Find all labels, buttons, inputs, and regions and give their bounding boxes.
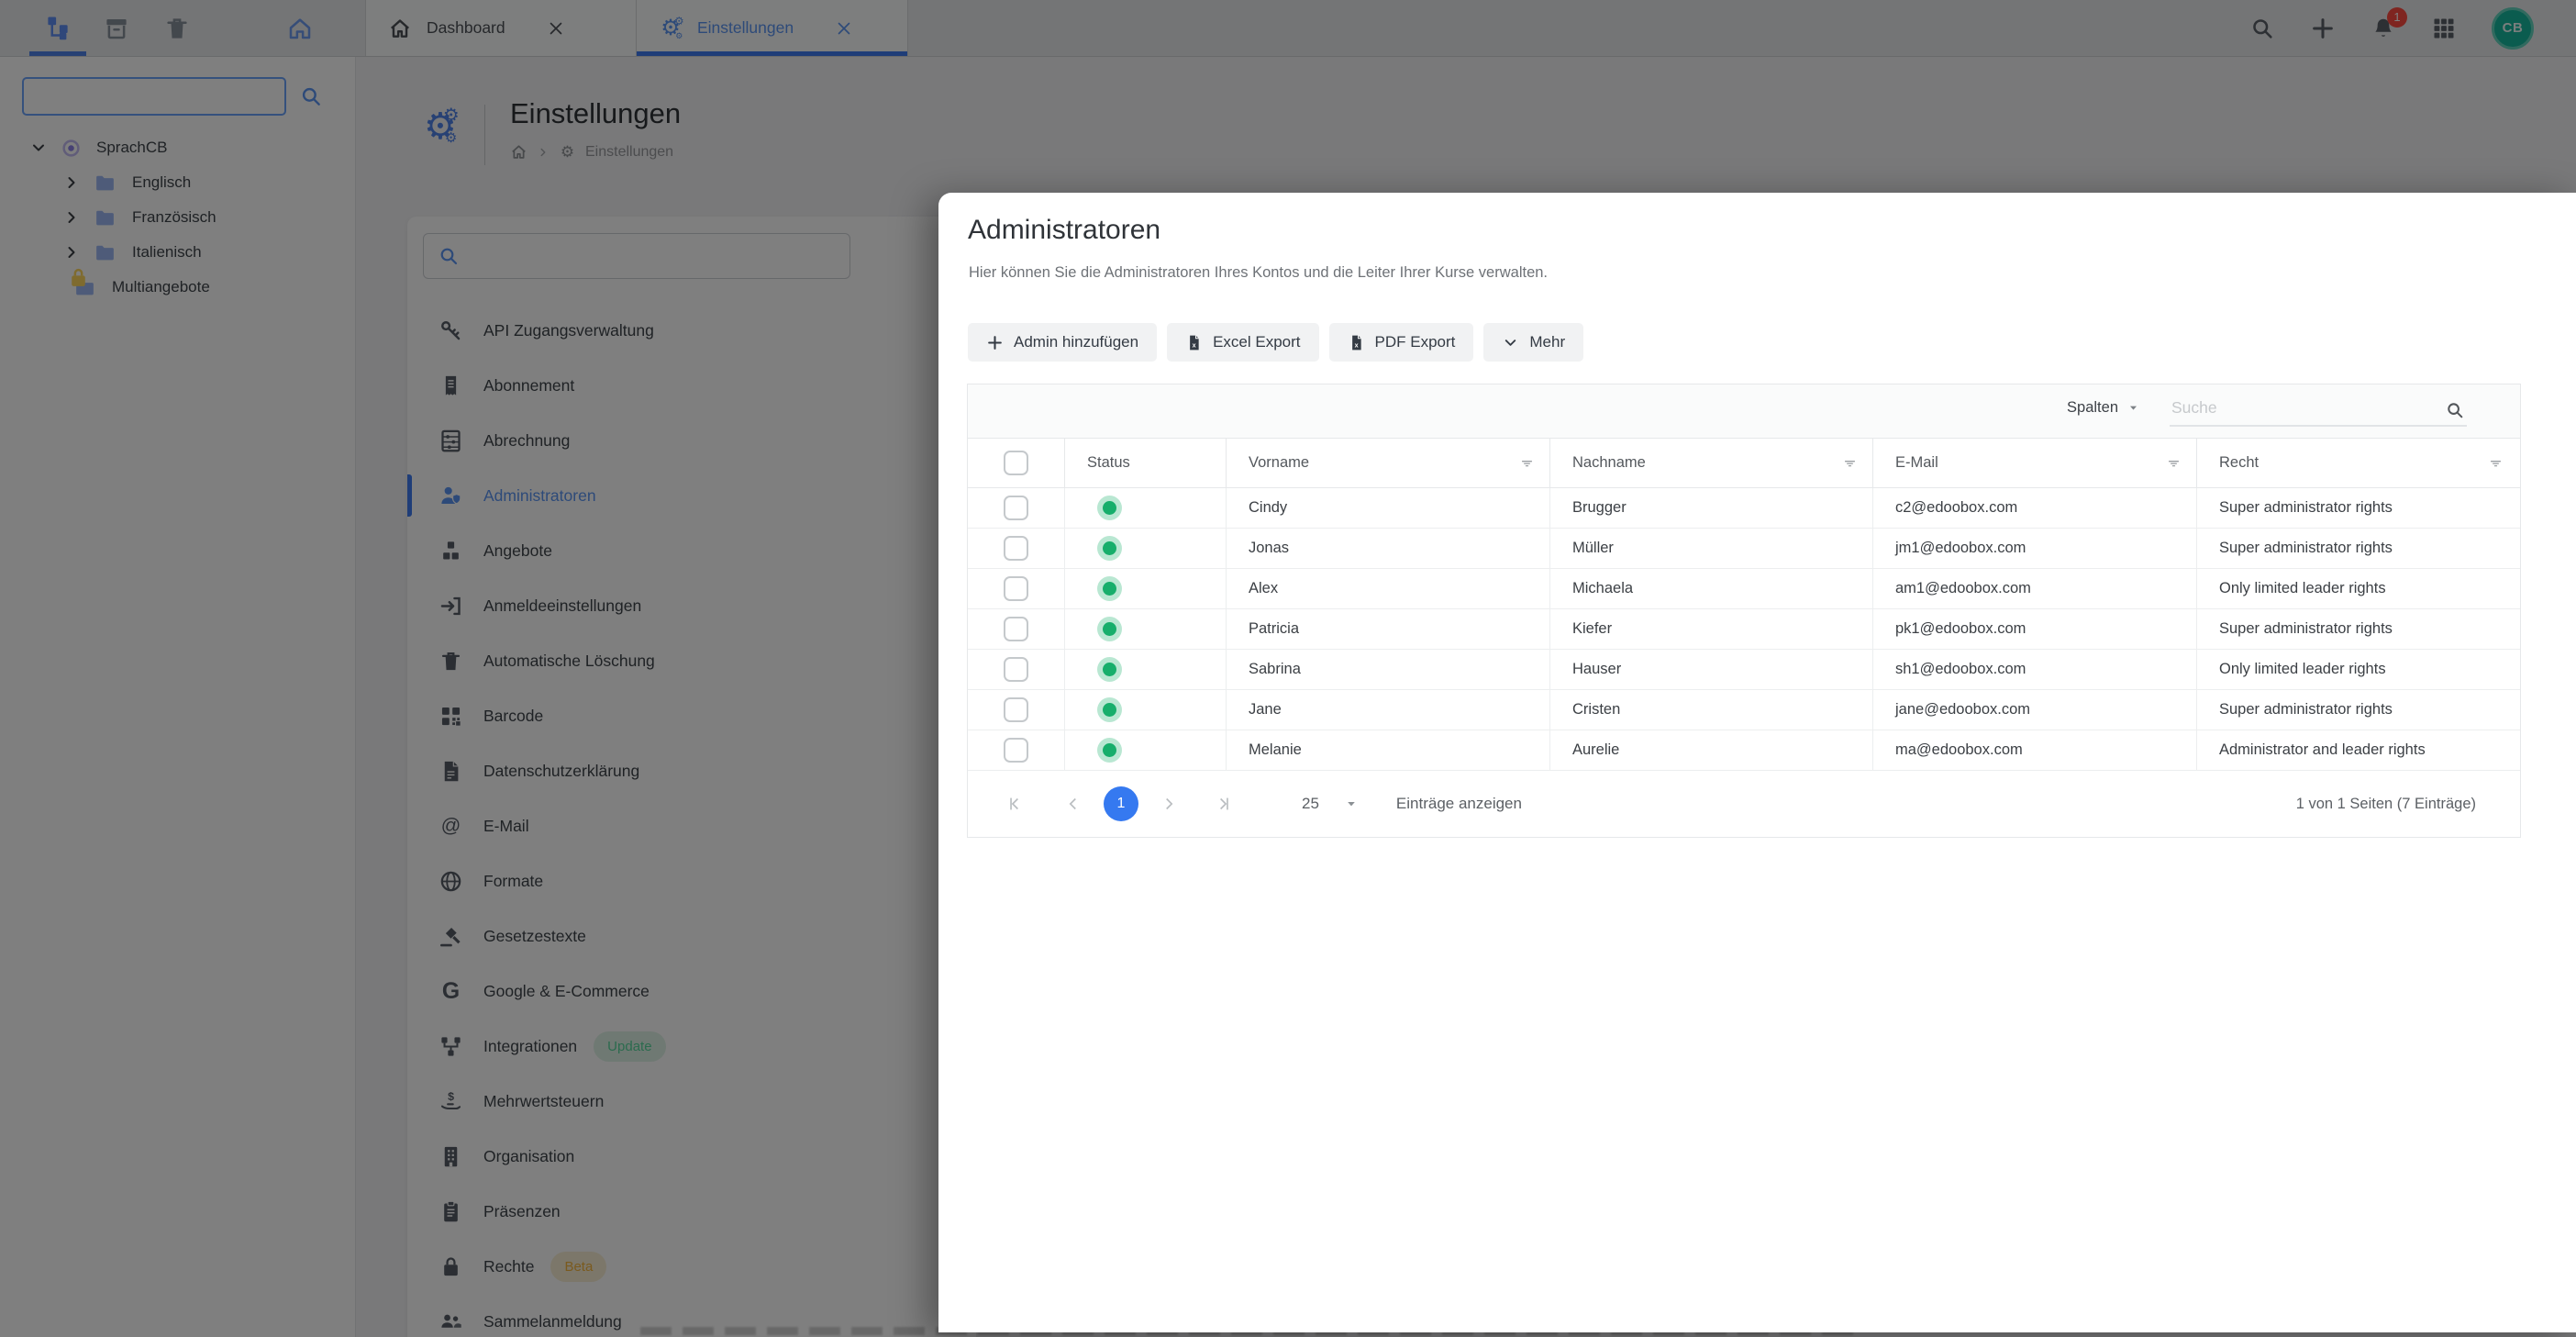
row-checkbox[interactable]	[1004, 697, 1028, 722]
cell-vorname: Alex	[1227, 569, 1550, 608]
table-row[interactable]: Alex Michaela am1@edoobox.com Only limit…	[968, 569, 2520, 609]
row-checkbox[interactable]	[1004, 576, 1028, 601]
cell-email: jane@edoobox.com	[1873, 690, 2197, 730]
cell-email: c2@edoobox.com	[1873, 488, 2197, 528]
page-size-label: Einträge anzeigen	[1396, 795, 1522, 813]
table-header-row: Status Vorname Nachname E-Mail	[968, 439, 2520, 488]
row-checkbox[interactable]	[1004, 738, 1028, 763]
select-all-checkbox[interactable]	[1004, 451, 1028, 475]
cell-email: sh1@edoobox.com	[1873, 650, 2197, 689]
row-checkbox[interactable]	[1004, 617, 1028, 641]
panel-action-button[interactable]: x PDF Export	[1329, 323, 1474, 362]
cell-vorname: Jonas	[1227, 529, 1550, 568]
app-window: Dashboard ⚙⚙⚙ Einstellungen	[0, 0, 2576, 1337]
status-dot	[1103, 582, 1116, 596]
chevron-down-icon	[1502, 334, 1519, 351]
previous-page-icon[interactable]	[1063, 794, 1083, 814]
cell-nachname: Kiefer	[1550, 609, 1873, 649]
last-page-icon[interactable]	[1212, 794, 1232, 814]
column-header[interactable]: E-Mail	[1873, 439, 2197, 487]
cell-nachname: Cristen	[1550, 690, 1873, 730]
cell-recht: Super administrator rights	[2197, 609, 2518, 649]
cell-nachname: Müller	[1550, 529, 1873, 568]
panel-subtitle: Hier können Sie die Administratoren Ihre…	[969, 264, 1548, 282]
status-dot	[1103, 663, 1116, 676]
cell-vorname: Sabrina	[1227, 650, 1550, 689]
plus-icon	[986, 334, 1004, 351]
caret-down-icon	[1345, 797, 1358, 810]
row-checkbox[interactable]	[1004, 657, 1028, 682]
next-page-icon[interactable]	[1159, 794, 1179, 814]
panel-action-bar: Admin hinzufügen x Excel Export x PDF Ex…	[968, 323, 1583, 362]
status-dot	[1103, 501, 1116, 515]
search-icon[interactable]	[2445, 400, 2465, 420]
cell-vorname: Melanie	[1227, 730, 1550, 770]
admin-table: Spalten Status	[967, 384, 2521, 838]
filter-icon[interactable]	[2488, 455, 2504, 471]
page-size-select[interactable]: 25	[1302, 795, 1358, 813]
cell-recht: Only limited leader rights	[2197, 569, 2518, 608]
cell-nachname: Hauser	[1550, 650, 1873, 689]
cell-recht: Only limited leader rights	[2197, 650, 2518, 689]
table-row[interactable]: Sabrina Hauser sh1@edoobox.com Only limi…	[968, 650, 2520, 690]
cell-email: jm1@edoobox.com	[1873, 529, 2197, 568]
cell-email: ma@edoobox.com	[1873, 730, 2197, 770]
table-row[interactable]: Jane Cristen jane@edoobox.com Super admi…	[968, 690, 2520, 730]
column-header[interactable]: Status	[1065, 439, 1227, 487]
cell-recht: Super administrator rights	[2197, 529, 2518, 568]
status-dot	[1103, 743, 1116, 757]
panel-title: Administratoren	[968, 215, 1160, 246]
table-row[interactable]: Patricia Kiefer pk1@edoobox.com Super ad…	[968, 609, 2520, 650]
status-dot	[1103, 541, 1116, 555]
status-dot	[1103, 703, 1116, 717]
first-page-icon[interactable]	[1006, 794, 1027, 814]
panel-action-button[interactable]: Admin hinzufügen	[968, 323, 1157, 362]
column-header[interactable]: Nachname	[1550, 439, 1873, 487]
panel-action-button[interactable]: x Excel Export	[1167, 323, 1318, 362]
file-export-icon: x	[1348, 334, 1365, 351]
caret-down-icon	[2127, 402, 2139, 414]
status-dot	[1103, 622, 1116, 636]
row-checkbox[interactable]	[1004, 536, 1028, 561]
cell-recht: Administrator and leader rights	[2197, 730, 2518, 770]
pagination-bar: 1 25 Einträge anzeigen 1 von 1 Seiten (7…	[968, 771, 2520, 837]
table-row[interactable]: Jonas Müller jm1@edoobox.com Super admin…	[968, 529, 2520, 569]
cell-recht: Super administrator rights	[2197, 488, 2518, 528]
table-toolbar: Spalten	[968, 384, 2520, 439]
file-export-icon: x	[1185, 334, 1203, 351]
filter-icon[interactable]	[1519, 455, 1535, 471]
column-header[interactable]: Recht	[2197, 439, 2518, 487]
current-page-button[interactable]: 1	[1104, 786, 1138, 821]
columns-chooser-button[interactable]: Spalten	[2067, 399, 2139, 417]
filter-icon[interactable]	[1842, 455, 1858, 471]
cell-vorname: Jane	[1227, 690, 1550, 730]
table-row[interactable]: Melanie Aurelie ma@edoobox.com Administr…	[968, 730, 2520, 771]
cell-recht: Super administrator rights	[2197, 690, 2518, 730]
cell-nachname: Aurelie	[1550, 730, 1873, 770]
administrators-panel: Administratoren Hier können Sie die Admi…	[938, 193, 2576, 1332]
pagination-summary: 1 von 1 Seiten (7 Einträge)	[2296, 796, 2520, 813]
table-row[interactable]: Cindy Brugger c2@edoobox.com Super admin…	[968, 488, 2520, 529]
table-search-input[interactable]	[2170, 392, 2467, 427]
row-checkbox[interactable]	[1004, 496, 1028, 520]
svg-text:x: x	[1193, 341, 1196, 349]
filter-icon[interactable]	[2166, 455, 2182, 471]
cell-vorname: Patricia	[1227, 609, 1550, 649]
cell-vorname: Cindy	[1227, 488, 1550, 528]
table-body: Cindy Brugger c2@edoobox.com Super admin…	[968, 488, 2520, 771]
svg-text:x: x	[1354, 341, 1358, 349]
select-all-cell	[968, 439, 1065, 487]
panel-action-button[interactable]: Mehr	[1483, 323, 1583, 362]
column-header[interactable]: Vorname	[1227, 439, 1550, 487]
cell-email: am1@edoobox.com	[1873, 569, 2197, 608]
cell-nachname: Michaela	[1550, 569, 1873, 608]
cell-email: pk1@edoobox.com	[1873, 609, 2197, 649]
cell-nachname: Brugger	[1550, 488, 1873, 528]
